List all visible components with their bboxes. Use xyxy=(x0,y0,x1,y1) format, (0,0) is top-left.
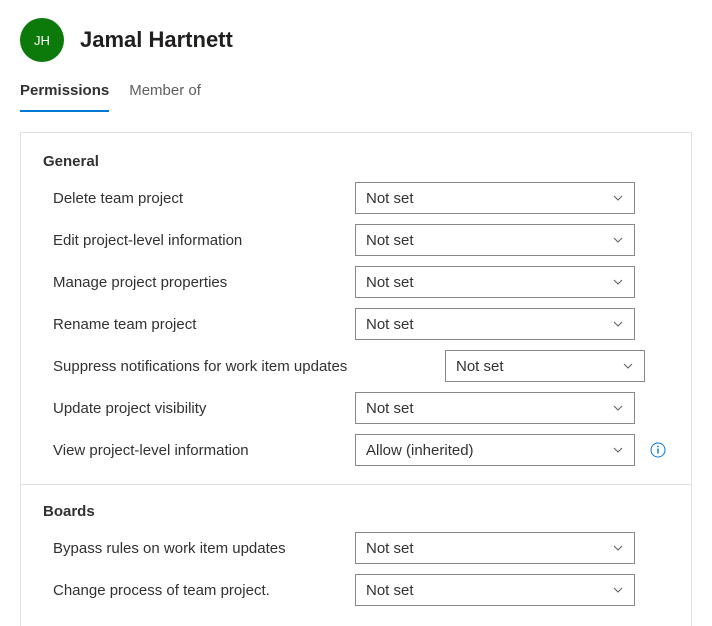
permission-value: Not set xyxy=(366,190,414,207)
section-general-title: General xyxy=(43,153,669,170)
chevron-down-icon xyxy=(612,542,624,554)
permission-value: Not set xyxy=(366,316,414,333)
section-boards: Boards Bypass rules on work item updates… xyxy=(43,503,669,606)
chevron-down-icon xyxy=(612,444,624,456)
permission-dropdown[interactable]: Not set xyxy=(355,224,635,256)
permission-dropdown[interactable]: Not set xyxy=(355,532,635,564)
permission-row: Delete team project Not set xyxy=(43,182,669,214)
tab-permissions-label: Permissions xyxy=(20,82,109,99)
chevron-down-icon xyxy=(612,584,624,596)
permission-value: Not set xyxy=(366,274,414,291)
permission-label: Manage project properties xyxy=(43,274,343,291)
permission-label: View project-level information xyxy=(43,442,343,459)
permission-value: Allow (inherited) xyxy=(366,442,474,459)
avatar-initials: JH xyxy=(34,33,50,48)
permission-value: Not set xyxy=(366,400,414,417)
permission-label: Delete team project xyxy=(43,190,343,207)
permission-label: Rename team project xyxy=(43,316,343,333)
chevron-down-icon xyxy=(612,276,624,288)
permission-dropdown[interactable]: Allow (inherited) xyxy=(355,434,635,466)
tab-permissions[interactable]: Permissions xyxy=(20,72,109,111)
permission-row: Change process of team project. Not set xyxy=(43,574,669,606)
permission-label: Suppress notifications for work item upd… xyxy=(43,358,433,375)
permission-dropdown[interactable]: Not set xyxy=(355,308,635,340)
tabs: Permissions Member of xyxy=(0,72,712,112)
permission-value: Not set xyxy=(456,358,504,375)
permission-label: Edit project-level information xyxy=(43,232,343,249)
permission-row: Manage project properties Not set xyxy=(43,266,669,298)
permission-dropdown[interactable]: Not set xyxy=(355,266,635,298)
user-header: JH Jamal Hartnett xyxy=(0,0,712,72)
section-boards-title: Boards xyxy=(43,503,669,520)
chevron-down-icon xyxy=(612,318,624,330)
permission-dropdown[interactable]: Not set xyxy=(355,392,635,424)
permission-value: Not set xyxy=(366,582,414,599)
user-name: Jamal Hartnett xyxy=(80,27,233,53)
chevron-down-icon xyxy=(612,234,624,246)
permission-row: Bypass rules on work item updates Not set xyxy=(43,532,669,564)
avatar: JH xyxy=(20,18,64,62)
permission-dropdown[interactable]: Not set xyxy=(355,574,635,606)
permissions-panel: General Delete team projectNot setEdit p… xyxy=(20,132,692,626)
chevron-down-icon xyxy=(622,360,634,372)
permission-row: Suppress notifications for work item upd… xyxy=(43,350,669,382)
permission-dropdown[interactable]: Not set xyxy=(355,182,635,214)
chevron-down-icon xyxy=(612,402,624,414)
section-divider xyxy=(21,484,691,485)
permission-dropdown[interactable]: Not set xyxy=(445,350,645,382)
permission-label: Bypass rules on work item updates xyxy=(43,540,343,557)
section-general: General Delete team projectNot setEdit p… xyxy=(43,153,669,466)
permission-row: Rename team project Not set xyxy=(43,308,669,340)
permission-row: View project-level information Allow (inh… xyxy=(43,434,669,466)
permission-row: Update project visibility Not set xyxy=(43,392,669,424)
info-icon[interactable] xyxy=(650,442,666,458)
info-column xyxy=(647,442,669,458)
permission-value: Not set xyxy=(366,540,414,557)
permission-row: Edit project-level information Not set xyxy=(43,224,669,256)
chevron-down-icon xyxy=(612,192,624,204)
permission-value: Not set xyxy=(366,232,414,249)
tab-member-of-label: Member of xyxy=(129,82,201,99)
permission-label: Change process of team project. xyxy=(43,582,343,599)
tab-member-of[interactable]: Member of xyxy=(129,72,201,111)
permission-label: Update project visibility xyxy=(43,400,343,417)
